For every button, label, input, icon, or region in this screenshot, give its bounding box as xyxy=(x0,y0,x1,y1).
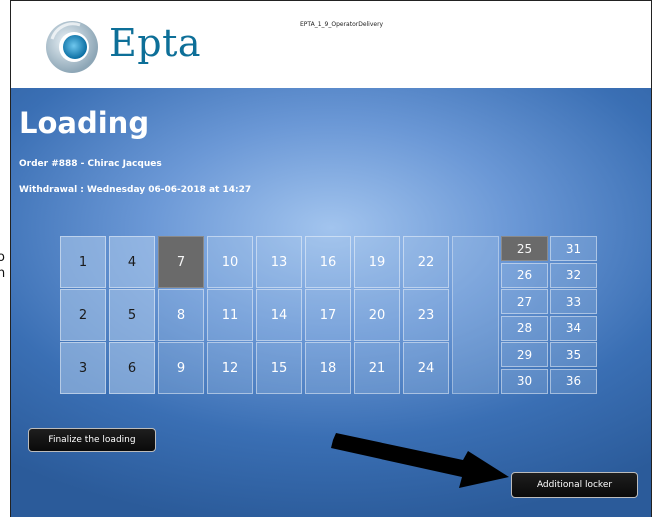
locker-29[interactable]: 29 xyxy=(501,342,548,367)
locker-22[interactable]: 22 xyxy=(403,236,449,288)
finalize-loading-button[interactable]: Finalize the loading xyxy=(28,428,156,452)
additional-locker-button[interactable]: Additional locker xyxy=(511,472,638,498)
locker-6[interactable]: 6 xyxy=(109,342,155,394)
offscreen-glyph: o xyxy=(0,250,5,265)
locker-5[interactable]: 5 xyxy=(109,289,155,341)
locker-33[interactable]: 33 xyxy=(550,289,597,314)
locker-28[interactable]: 28 xyxy=(501,315,548,341)
locker-15[interactable]: 15 xyxy=(256,342,302,394)
locker-32[interactable]: 32 xyxy=(550,262,597,288)
epta-logo-icon xyxy=(46,21,98,73)
locker-1[interactable]: 1 xyxy=(60,236,106,288)
locker-26[interactable]: 26 xyxy=(501,262,548,288)
locker-23[interactable]: 23 xyxy=(403,289,449,341)
locker-34[interactable]: 34 xyxy=(550,315,597,341)
header: Epta EPTA_1_9_OperatorDelivery xyxy=(11,0,651,88)
loading-panel: Loading Order #888 - Chirac Jacques With… xyxy=(11,88,651,517)
locker-19[interactable]: 19 xyxy=(354,236,400,288)
locker-31[interactable]: 31 xyxy=(550,236,597,261)
locker-11[interactable]: 11 xyxy=(207,289,253,341)
offscreen-glyph: n xyxy=(0,266,6,281)
locker-18[interactable]: 18 xyxy=(305,342,351,394)
locker-2[interactable]: 2 xyxy=(60,289,106,341)
locker-10[interactable]: 10 xyxy=(207,236,253,288)
brand-name: Epta xyxy=(109,21,201,65)
locker-12[interactable]: 12 xyxy=(207,342,253,394)
offscreen-text-fragment: o n xyxy=(0,250,10,290)
locker-35[interactable]: 35 xyxy=(550,342,597,367)
locker-25[interactable]: 25 xyxy=(501,236,548,261)
locker-4[interactable]: 4 xyxy=(109,236,155,288)
locker-divider-column xyxy=(452,236,499,394)
locker-16[interactable]: 16 xyxy=(305,236,351,288)
locker-30[interactable]: 30 xyxy=(501,368,548,394)
locker-36[interactable]: 36 xyxy=(550,368,597,394)
locker-7[interactable]: 7 xyxy=(158,236,204,288)
locker-14[interactable]: 14 xyxy=(256,289,302,341)
screen-identifier: EPTA_1_9_OperatorDelivery xyxy=(300,21,384,28)
locker-24[interactable]: 24 xyxy=(403,342,449,394)
locker-20[interactable]: 20 xyxy=(354,289,400,341)
locker-8[interactable]: 8 xyxy=(158,289,204,341)
locker-9[interactable]: 9 xyxy=(158,342,204,394)
pointer-arrow-icon xyxy=(331,433,509,488)
locker-13[interactable]: 13 xyxy=(256,236,302,288)
locker-21[interactable]: 21 xyxy=(354,342,400,394)
locker-27[interactable]: 27 xyxy=(501,289,548,314)
locker-3[interactable]: 3 xyxy=(60,342,106,394)
locker-17[interactable]: 17 xyxy=(305,289,351,341)
